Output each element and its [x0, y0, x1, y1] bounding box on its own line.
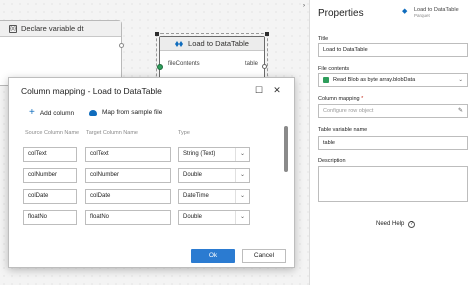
cancel-button[interactable]: Cancel — [242, 249, 286, 263]
target-column-header: Target Column Name — [86, 130, 138, 136]
mapping-scrollbar[interactable] — [284, 126, 288, 196]
type-select-value: Double — [183, 172, 203, 178]
need-help-link[interactable]: Need Help ? — [376, 221, 416, 228]
file-contents-label: File contents — [318, 66, 350, 72]
chevron-down-icon: ⌄ — [235, 148, 249, 161]
mapping-row: colText colText String (Text) ⌄ — [23, 147, 283, 162]
need-help-label: Need Help — [376, 221, 405, 227]
type-column-header: Type — [178, 130, 190, 136]
type-select[interactable]: String (Text) ⌄ — [178, 147, 250, 162]
chevron-down-icon: ⌄ — [458, 77, 463, 83]
chevron-down-icon: ⌄ — [235, 169, 249, 182]
mapping-row: floatNo floatNo Double ⌄ — [23, 210, 283, 225]
column-mapping-label-text: Column mapping — [318, 96, 360, 102]
title-label: Title — [318, 36, 329, 42]
dialog-title: Column mapping - Load to DataTable — [21, 86, 162, 96]
type-select[interactable]: Double ⌄ — [178, 168, 250, 183]
output-port[interactable] — [262, 64, 267, 69]
maximize-icon[interactable]: ☐ — [252, 83, 266, 97]
target-column-input[interactable]: colDate — [85, 189, 171, 204]
chevron-down-icon: ⌄ — [235, 190, 249, 203]
column-mapping-dialog: Column mapping - Load to DataTable ☐ ✕ +… — [8, 77, 295, 268]
table-variable-input[interactable]: table — [318, 136, 468, 150]
type-select-value: Double — [183, 214, 203, 220]
type-select[interactable]: DateTime ⌄ — [178, 189, 250, 204]
declare-output-port[interactable] — [119, 43, 124, 48]
target-column-input[interactable]: floatNo — [85, 210, 171, 225]
close-icon[interactable]: ✕ — [270, 83, 284, 97]
type-select-value: DateTime — [183, 193, 209, 199]
ok-button[interactable]: Ok — [191, 249, 235, 263]
map-from-sample-button[interactable]: Map from sample file — [89, 109, 162, 116]
load-datatable-header: Load to DataTable — [160, 37, 264, 51]
declare-variable-header: {x} Declare variable dt — [0, 21, 121, 37]
type-select-value: String (Text) — [183, 151, 216, 157]
help-icon: ? — [408, 221, 416, 228]
scrollbar-thumb[interactable] — [284, 126, 288, 172]
source-column-input[interactable]: colDate — [23, 189, 77, 204]
type-select[interactable]: Double ⌄ — [178, 210, 250, 225]
mapping-row: colNumber colNumber Double ⌄ — [23, 168, 283, 183]
chevron-down-icon: ⌄ — [235, 211, 249, 224]
add-column-label: Add column — [39, 109, 75, 117]
variable-icon: {x} — [9, 25, 17, 33]
required-marker: * — [361, 96, 364, 102]
edit-icon[interactable]: ✎ — [458, 105, 463, 117]
output-port-label: table — [244, 61, 258, 67]
cloud-upload-icon — [89, 109, 97, 116]
table-variable-label: Table variable name — [318, 127, 368, 133]
load-datatable-title: Load to DataTable — [188, 39, 249, 48]
file-type-icon — [323, 77, 329, 83]
source-column-header: Source Column Name — [25, 130, 80, 136]
source-column-input[interactable]: floatNo — [23, 210, 77, 225]
file-contents-value: Read Blob as byte array.blobData — [333, 77, 416, 83]
parquet-icon — [175, 40, 184, 47]
parquet-icon: ◆ — [402, 8, 408, 15]
properties-header: Properties — [318, 8, 364, 19]
input-port-label: fileContents — [168, 61, 200, 67]
resize-handle-tl[interactable] — [155, 32, 159, 36]
map-from-sample-label: Map from sample file — [102, 109, 163, 116]
plus-icon: + — [29, 107, 35, 118]
description-textarea[interactable] — [318, 166, 468, 202]
properties-panel: Properties ◆ Load to DataTable Parquet T… — [310, 0, 474, 285]
resize-handle-tr[interactable] — [265, 32, 269, 36]
add-column-button[interactable]: + Add column — [29, 107, 75, 118]
column-mapping-placeholder: Configure row object — [323, 108, 374, 114]
source-column-input[interactable]: colNumber — [23, 168, 77, 183]
declare-variable-title: Declare variable dt — [21, 24, 84, 33]
input-port[interactable] — [157, 64, 163, 70]
source-column-input[interactable]: colText — [23, 147, 77, 162]
file-contents-select[interactable]: Read Blob as byte array.blobData ⌄ — [318, 73, 468, 87]
column-mapping-label: Column mapping * — [318, 96, 363, 102]
mapping-row: colDate colDate DateTime ⌄ — [23, 189, 283, 204]
target-column-input[interactable]: colText — [85, 147, 171, 162]
activity-info: ◆ Load to DataTable Parquet — [402, 7, 459, 19]
title-input[interactable]: Load to DataTable — [318, 43, 468, 57]
column-mapping-input[interactable]: Configure row object ✎ — [318, 104, 468, 118]
activity-sub: Parquet — [414, 13, 430, 18]
target-column-input[interactable]: colNumber — [85, 168, 171, 183]
description-label: Description — [318, 158, 346, 164]
collapse-panel-icon[interactable]: › — [303, 3, 305, 9]
